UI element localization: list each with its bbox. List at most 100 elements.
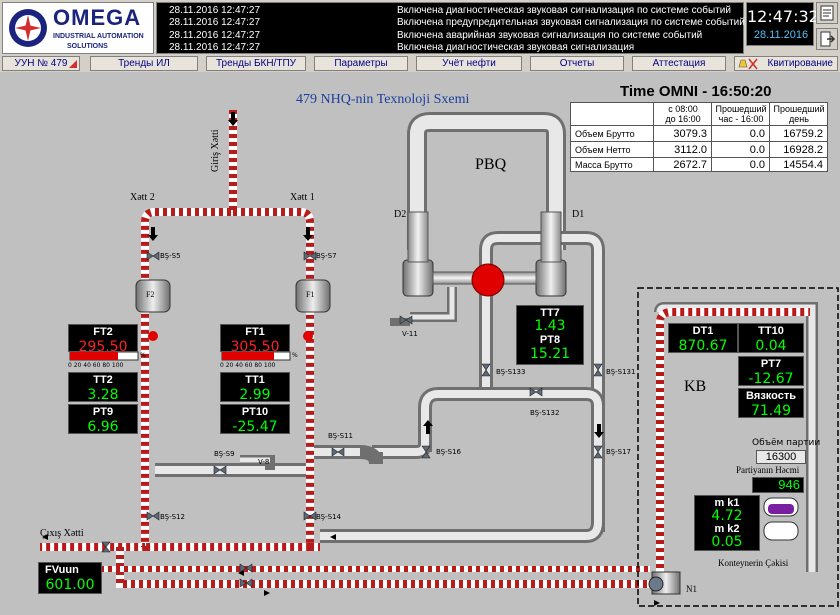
cixis-label: Çıxış Xətti xyxy=(40,528,84,539)
valve-label: BŞ-S9 xyxy=(214,450,235,458)
f1-label: F1 xyxy=(306,290,315,299)
exit-icon xyxy=(820,31,836,47)
nav-bar: УУН № 479 Тренды ИЛ Тренды БКН/ТПУ Парам… xyxy=(0,56,840,72)
sensor-label: PT9 xyxy=(92,406,114,418)
logo-sub1: INDUSTRIAL AUTOMATION xyxy=(53,33,144,40)
sensor-label: PT7 xyxy=(760,358,782,370)
valve-label: BŞ-S132 xyxy=(530,409,560,417)
sensor-value: 4.72 xyxy=(711,508,743,524)
exit-button[interactable] xyxy=(816,28,838,50)
giris-label: Giriş Xətti xyxy=(210,129,221,173)
sensor-tt1[interactable]: TT1 2.99 xyxy=(220,372,290,403)
print-button[interactable] xyxy=(816,2,838,24)
clock-time: 12:47:32 xyxy=(747,7,819,26)
logo-brand: OMEGA xyxy=(53,5,142,30)
sensor-label: TT1 xyxy=(245,374,265,386)
sensor-mk[interactable]: m k1 4.72 m k2 0.05 xyxy=(694,495,760,551)
sensor-ft1[interactable]: FT1 305.50 xyxy=(220,324,290,355)
acknowledge-label: Квитирование xyxy=(767,58,833,69)
sensor-viscosity[interactable]: Вязкость 71.49 xyxy=(738,388,804,419)
summary-row-name: Объем Нетто xyxy=(575,145,631,155)
kb-label: KB xyxy=(684,378,707,395)
event-row: 28.11.2016 12:47:27 Включена диагностичес… xyxy=(157,5,743,17)
print-icon xyxy=(820,5,834,21)
scheme-title: 479 NHQ-nin Texnoloji Sxemi xyxy=(296,92,470,107)
summary-cell: 16928.2 xyxy=(783,144,823,156)
konteyner-label: Konteynerin Çəkisi xyxy=(718,558,789,568)
valve-label: BŞ-S5 xyxy=(160,252,181,260)
clock-date: 28.11.2016 xyxy=(753,29,809,41)
valve-label: BŞ-S131 xyxy=(606,368,636,376)
valve-label: BŞ-S14 xyxy=(316,513,341,521)
oil-accounting-button[interactable]: Учёт нефти xyxy=(416,56,522,71)
event-time: 28.11.2016 12:47:27 xyxy=(169,42,261,53)
sensor-value: -25.47 xyxy=(232,419,278,435)
summary-header: Прошедший час - 16:00 xyxy=(715,104,767,124)
reports-button[interactable]: Отчеты xyxy=(530,56,624,71)
summary-table: с 08:00 до 16:00 Прошедший час - 16:00 П… xyxy=(570,102,828,172)
bar-unit: % xyxy=(292,352,298,359)
sensor-label: FT2 xyxy=(93,326,113,338)
sensor-value: -12.67 xyxy=(748,371,794,387)
sensor-ft2[interactable]: FT2 295.50 xyxy=(68,324,138,355)
valve-label: BŞ-S12 xyxy=(160,513,185,521)
sensor-value: 870.67 xyxy=(678,338,728,354)
trends-il-button[interactable]: Тренды ИЛ xyxy=(90,56,198,71)
logo-sub2: SOLUTIONS xyxy=(67,43,108,50)
summary-cell: 0.0 xyxy=(749,159,765,171)
sensor-value: 15.21 xyxy=(529,346,571,362)
sensor-tt10[interactable]: TT10 0.04 xyxy=(738,323,804,354)
sensor-fvuun[interactable]: FVuun 601.00 xyxy=(38,562,102,594)
acknowledge-button[interactable]: Квитирование xyxy=(734,56,838,71)
sensor-label: PT8 xyxy=(539,334,561,346)
process-canvas: 479 NHQ-nin Texnoloji Sxemi Time OMNI - … xyxy=(0,72,840,615)
params-button[interactable]: Параметры xyxy=(314,56,408,71)
sensor-dt1[interactable]: DT1 870.67 xyxy=(668,323,738,354)
sensor-value: 71.49 xyxy=(750,403,792,419)
summary-header: с 08:00 до 16:00 xyxy=(665,104,701,124)
valve-label: BŞ-S17 xyxy=(606,448,631,456)
sensor-tt2[interactable]: TT2 3.28 xyxy=(68,372,138,403)
n1-label: N1 xyxy=(686,584,697,594)
sensor-value: 0.04 xyxy=(755,338,787,354)
event-msg: Включена диагностическая звуковая сигнал… xyxy=(397,5,731,16)
bell-mute-icon xyxy=(738,58,758,70)
partiya-value[interactable]: 16300 xyxy=(756,450,806,464)
summary-cell: 0.0 xyxy=(749,144,765,156)
event-row: 28.11.2016 12:47:27 Включена диагностичес… xyxy=(157,42,743,54)
summary-row-name: Масса Брутто xyxy=(575,160,633,170)
event-msg: Включена предупредительная звуковая сигн… xyxy=(397,17,745,28)
event-time: 28.11.2016 12:47:27 xyxy=(169,30,261,41)
valve-label: BŞ-S133 xyxy=(496,368,526,376)
pbq-label: PBQ xyxy=(475,156,507,173)
sensor-label: TT10 xyxy=(758,325,784,337)
event-time: 28.11.2016 12:47:27 xyxy=(169,17,261,28)
sensor-label: DT1 xyxy=(692,325,714,337)
trends-bkn-button[interactable]: Тренды БКН/ТПУ xyxy=(206,56,306,71)
event-log[interactable]: 28.11.2016 12:47:27 Включена диагностичес… xyxy=(156,2,745,54)
summary-row-name: Объем Брутто xyxy=(575,129,635,139)
summary-cell: 16759.2 xyxy=(783,128,823,140)
pump-n1[interactable] xyxy=(648,571,681,595)
sensor-pt7[interactable]: PT7 -12.67 xyxy=(738,356,804,387)
d2-label: D2 xyxy=(394,209,407,220)
attestation-button[interactable]: Аттестация xyxy=(632,56,726,71)
omega-logo: OMEGA INDUSTRIAL AUTOMATION SOLUTIONS xyxy=(2,2,154,54)
sensor-value: 0.05 xyxy=(711,534,743,550)
omega-emblem-icon xyxy=(9,9,47,47)
unit-button[interactable]: УУН № 479 xyxy=(2,56,80,71)
sensor-pt10[interactable]: PT10 -25.47 xyxy=(220,404,290,435)
sensor-value: 2.99 xyxy=(239,387,271,403)
sensor-pt9[interactable]: PT9 6.96 xyxy=(68,404,138,435)
valve-label: V-11 xyxy=(402,330,418,338)
partiya-label: Объём партии xyxy=(752,438,821,448)
sensor-label: TT2 xyxy=(93,374,113,386)
xett2-label: Xətt 2 xyxy=(130,192,155,203)
sensor-value: 295.50 xyxy=(78,339,128,355)
bar-scale: 0 20 40 60 80 100 xyxy=(68,362,124,369)
event-row: 28.11.2016 12:47:27 Включена предупредите… xyxy=(157,17,745,29)
summary-header: Прошедший день xyxy=(773,104,825,124)
container-tanks xyxy=(763,497,799,541)
sensor-label: PT10 xyxy=(241,406,269,418)
sensor-tt7-pt8[interactable]: TT7 1.43 PT8 15.21 xyxy=(516,305,584,365)
